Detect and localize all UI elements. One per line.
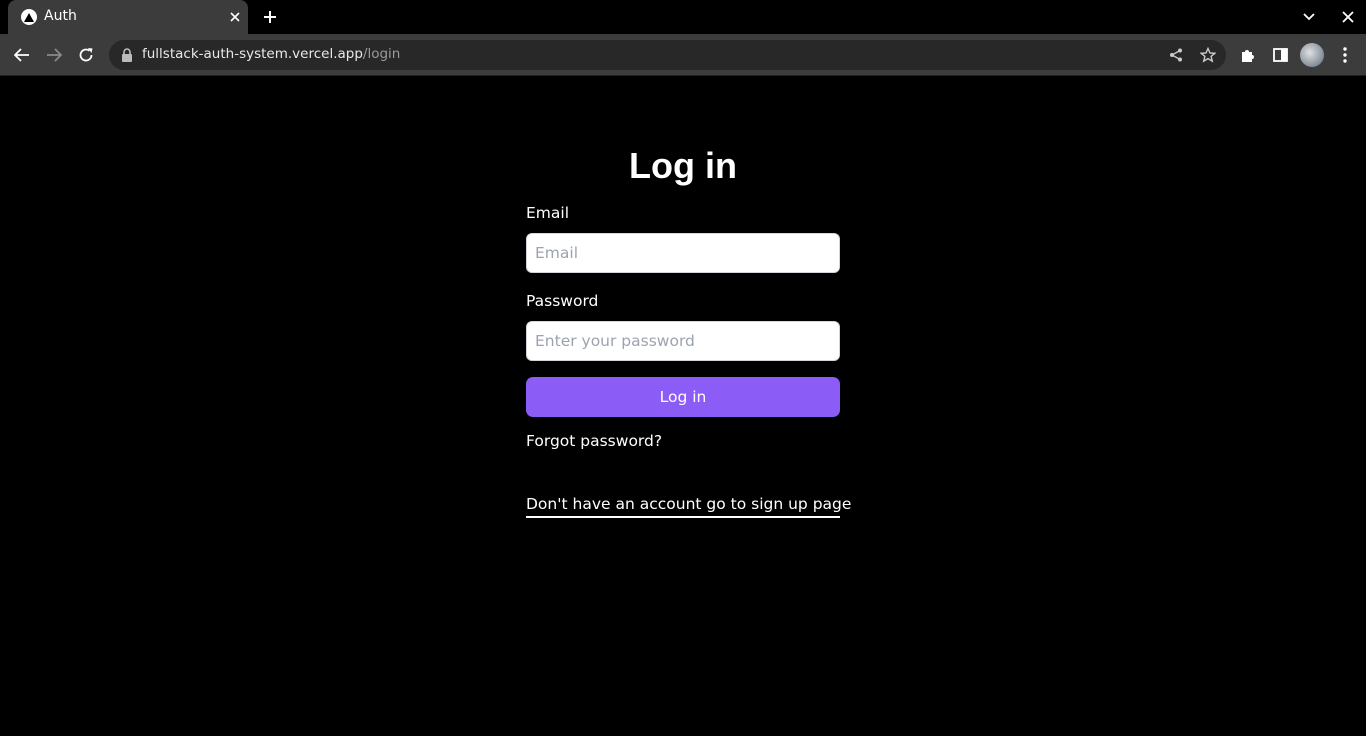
password-field[interactable] — [526, 321, 840, 361]
side-panel-icon[interactable] — [1268, 43, 1292, 67]
email-label: Email — [526, 204, 570, 222]
more-vert-icon[interactable] — [1333, 43, 1357, 67]
close-icon[interactable] — [226, 8, 244, 26]
puzzle-icon[interactable] — [1236, 43, 1260, 67]
email-field[interactable] — [526, 233, 840, 273]
url-path: /login — [362, 46, 401, 62]
password-label: Password — [526, 292, 599, 310]
tab-title: Auth — [44, 8, 77, 24]
browser-toolbar: fullstack-auth-system.vercel.app/login — [0, 34, 1366, 76]
url-text[interactable]: fullstack-auth-system.vercel.app/login — [142, 46, 400, 62]
plus-icon[interactable] — [258, 6, 282, 28]
forgot-password-link[interactable]: Forgot password? — [526, 432, 662, 450]
page-title: Log in — [629, 145, 737, 186]
profile-avatar[interactable] — [1300, 43, 1324, 67]
forward-arrow-icon[interactable] — [42, 43, 66, 67]
browser-tab[interactable]: Auth — [8, 0, 248, 34]
signup-link[interactable]: Don't have an account go to sign up page — [526, 495, 851, 518]
url-host: fullstack-auth-system.vercel.app — [142, 46, 363, 62]
star-icon[interactable] — [1198, 45, 1218, 65]
address-bar[interactable]: fullstack-auth-system.vercel.app/login — [109, 40, 1226, 70]
browser-titlebar: Auth — [0, 0, 1366, 34]
lock-icon[interactable] — [121, 48, 133, 62]
window-close-icon[interactable] — [1336, 6, 1360, 28]
reload-icon[interactable] — [74, 43, 98, 67]
share-icon[interactable] — [1166, 45, 1186, 65]
page-content: Log in Email Password Log in Forgot pass… — [0, 77, 1366, 736]
back-arrow-icon[interactable] — [10, 43, 34, 67]
vercel-triangle-icon — [21, 9, 37, 25]
chevron-down-icon[interactable] — [1297, 6, 1321, 28]
login-button[interactable]: Log in — [526, 377, 840, 417]
